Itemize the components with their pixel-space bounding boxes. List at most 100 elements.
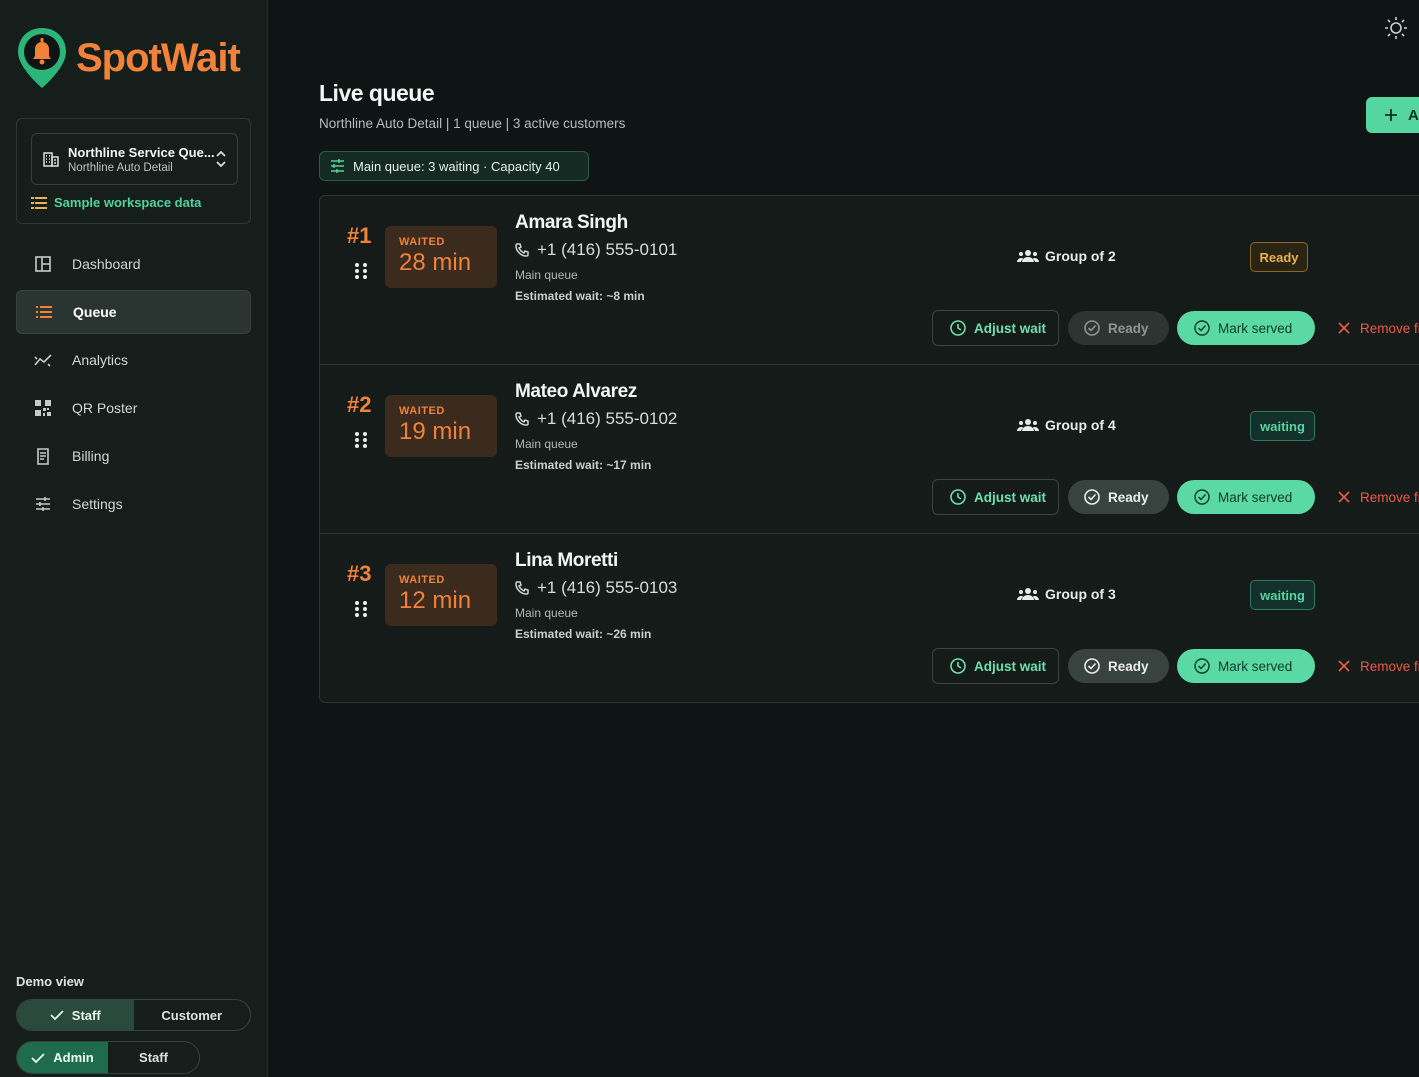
queue-entry: #2 WAITED 19 min Mateo Alvarez +1 (416) …	[320, 365, 1419, 534]
phone-icon	[515, 243, 529, 257]
close-icon	[1338, 322, 1350, 334]
bell-pin-icon	[18, 28, 66, 88]
demo-role-toggle: Admin Staff	[16, 1041, 200, 1074]
customer-name: Amara Singh	[515, 212, 628, 233]
demo-view-customer[interactable]: Customer	[134, 1000, 251, 1030]
database-list-icon	[31, 196, 47, 209]
sidebar-item-qr-poster[interactable]: QR Poster	[16, 386, 251, 430]
customer-phone[interactable]: +1 (416) 555-0102	[515, 409, 677, 429]
demo-view-label: Demo view	[16, 974, 84, 989]
page-subtitle: Northline Auto Detail | 1 queue | 3 acti…	[319, 116, 626, 131]
page-title: Live queue	[319, 80, 435, 106]
sidebar-item-settings[interactable]: Settings	[16, 482, 251, 526]
list-icon	[34, 302, 54, 322]
group-size: Group of 2	[1017, 248, 1116, 264]
status-badge: waiting	[1250, 411, 1315, 441]
sample-data-link[interactable]: Sample workspace data	[31, 195, 201, 210]
queue-filter-chip[interactable]: Main queue: 3 waiting · Capacity 40	[319, 151, 589, 181]
customer-name: Mateo Alvarez	[515, 381, 637, 402]
phone-icon	[515, 412, 529, 426]
queue-position: #3	[347, 561, 372, 586]
sidebar-item-label: Analytics	[72, 352, 129, 368]
sidebar: SpotWait Northline Service Que... Northl…	[0, 0, 268, 1077]
queue-position: #1	[347, 223, 372, 248]
clock-icon	[950, 489, 966, 505]
workspace-card: Northline Service Que... Northline Auto …	[16, 118, 251, 224]
sidebar-item-analytics[interactable]: Analytics	[16, 338, 251, 382]
check-icon	[31, 1052, 45, 1063]
check-icon	[50, 1010, 64, 1021]
mark-served-button[interactable]: Mark served	[1177, 480, 1315, 514]
waited-time: 19 min	[399, 418, 472, 445]
customer-name: Lina Moretti	[515, 550, 618, 571]
workspace-selector[interactable]: Northline Service Que... Northline Auto …	[31, 133, 238, 185]
check-circle-icon	[1194, 489, 1210, 505]
dashboard-icon	[33, 254, 53, 274]
demo-view-staff[interactable]: Staff	[17, 1000, 134, 1030]
demo-role-staff[interactable]: Staff	[108, 1042, 199, 1073]
brand-logo[interactable]: SpotWait	[16, 26, 241, 90]
queue-position: #2	[347, 392, 372, 417]
drag-handle-icon[interactable]	[354, 600, 368, 618]
waited-time: 12 min	[399, 587, 472, 614]
demo-role-admin[interactable]: Admin	[17, 1042, 108, 1073]
customer-queue-name: Main queue	[515, 437, 578, 451]
close-icon	[1338, 660, 1350, 672]
brand-name: SpotWait	[76, 35, 241, 80]
sidebar-nav: Dashboard Queue Analytics QR Poster Bill…	[16, 242, 251, 530]
customer-phone[interactable]: +1 (416) 555-0103	[515, 578, 677, 598]
adjust-wait-button[interactable]: Adjust wait	[932, 479, 1059, 515]
sidebar-item-label: Settings	[72, 496, 123, 512]
remove-button[interactable]: Remove fr	[1338, 311, 1419, 345]
demo-view-toggle: Staff Customer	[16, 999, 251, 1031]
chevron-up-down-icon	[216, 150, 226, 168]
estimated-wait: Estimated wait: ~26 min	[515, 627, 652, 641]
group-icon	[1017, 588, 1039, 600]
group-icon	[1017, 419, 1039, 431]
sidebar-item-dashboard[interactable]: Dashboard	[16, 242, 251, 286]
check-circle-icon	[1194, 320, 1210, 336]
check-circle-icon	[1084, 658, 1100, 674]
workspace-name: Northline Service Que...	[68, 144, 215, 160]
waited-badge: WAITED 12 min	[385, 564, 497, 626]
mark-served-button[interactable]: Mark served	[1177, 649, 1315, 683]
queue-entry: #3 WAITED 12 min Lina Moretti +1 (416) 5…	[320, 534, 1419, 702]
remove-button[interactable]: Remove fr	[1338, 480, 1419, 514]
ready-button[interactable]: Ready	[1068, 311, 1169, 345]
sidebar-item-billing[interactable]: Billing	[16, 434, 251, 478]
check-circle-icon	[1084, 320, 1100, 336]
customer-queue-name: Main queue	[515, 606, 578, 620]
receipt-icon	[33, 446, 53, 466]
add-customer-button[interactable]: A	[1366, 97, 1419, 133]
sidebar-item-label: QR Poster	[72, 400, 138, 416]
sidebar-item-queue[interactable]: Queue	[16, 290, 251, 334]
ready-button[interactable]: Ready	[1068, 480, 1169, 514]
customer-phone[interactable]: +1 (416) 555-0101	[515, 240, 677, 260]
qr-code-icon	[33, 398, 53, 418]
check-circle-icon	[1084, 489, 1100, 505]
group-size: Group of 4	[1017, 417, 1116, 433]
waited-badge: WAITED 28 min	[385, 226, 497, 288]
check-circle-icon	[1194, 658, 1210, 674]
adjust-wait-button[interactable]: Adjust wait	[932, 310, 1059, 346]
mark-served-button[interactable]: Mark served	[1177, 311, 1315, 345]
analytics-icon	[33, 350, 53, 370]
sidebar-item-label: Dashboard	[72, 256, 141, 272]
sun-icon	[1385, 17, 1407, 39]
ready-button[interactable]: Ready	[1068, 649, 1169, 683]
remove-button[interactable]: Remove fr	[1338, 649, 1419, 683]
building-icon	[43, 152, 59, 167]
drag-handle-icon[interactable]	[354, 262, 368, 280]
sidebar-item-label: Billing	[72, 448, 110, 464]
theme-toggle[interactable]	[1382, 14, 1410, 42]
workspace-business: Northline Auto Detail	[68, 161, 173, 174]
drag-handle-icon[interactable]	[354, 431, 368, 449]
clock-icon	[950, 658, 966, 674]
sample-data-label: Sample workspace data	[54, 195, 202, 210]
waited-badge: WAITED 19 min	[385, 395, 497, 457]
group-size: Group of 3	[1017, 586, 1116, 602]
queue-entry: #1 WAITED 28 min Amara Singh +1 (416) 55…	[320, 196, 1419, 365]
group-icon	[1017, 250, 1039, 262]
sliders-icon	[331, 159, 344, 173]
adjust-wait-button[interactable]: Adjust wait	[932, 648, 1059, 684]
